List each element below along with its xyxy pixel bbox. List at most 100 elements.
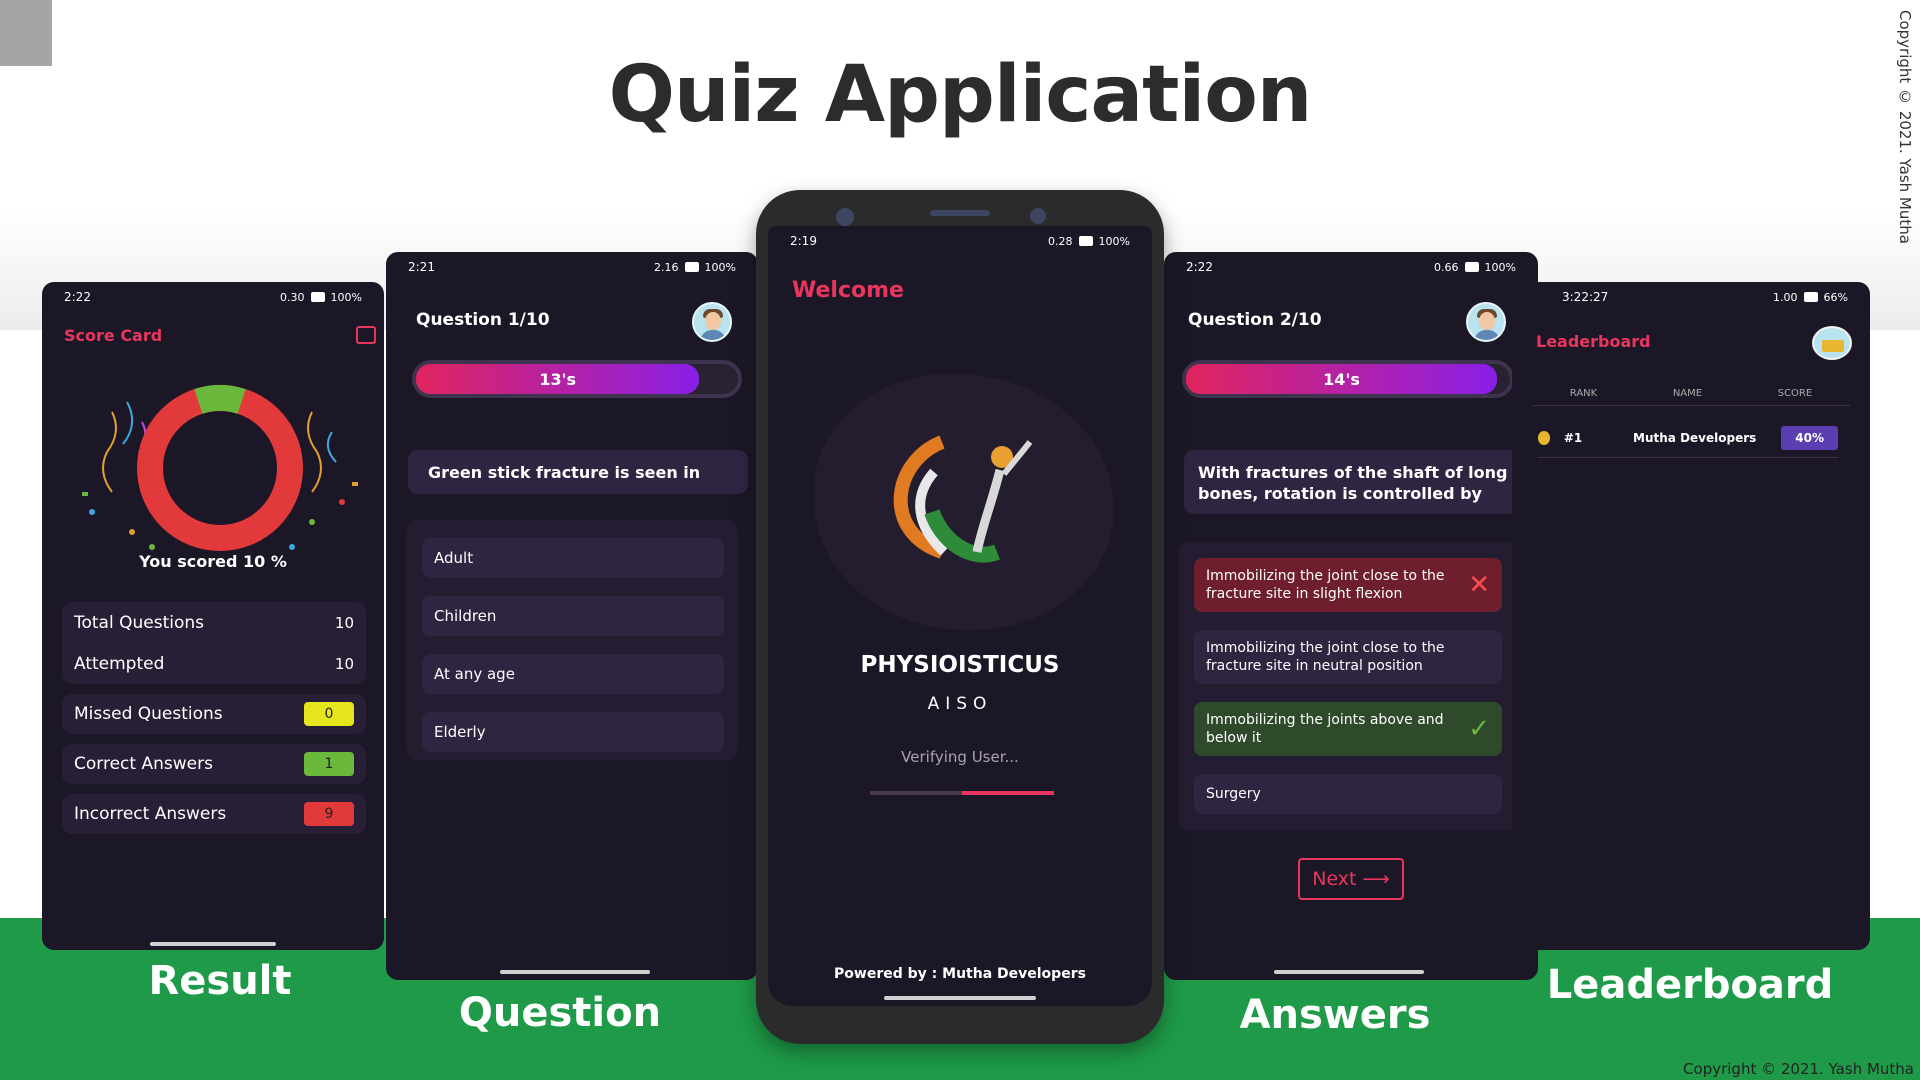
leaderboard-header: RANK NAME SCORE — [1532, 388, 1850, 406]
wifi-icon — [1464, 262, 1479, 272]
result-screen: 2:22 0.30 100% Score Card You scored 10 … — [42, 282, 384, 950]
question-text: With fractures of the shaft of long bone… — [1198, 463, 1508, 503]
score-badge: 40% — [1781, 425, 1838, 450]
progress-fill — [962, 791, 1054, 795]
home-indicator[interactable] — [1274, 970, 1424, 974]
option-1[interactable]: Adult — [422, 538, 724, 578]
wifi-icon — [1078, 236, 1093, 246]
caption-question: Question — [458, 990, 662, 1036]
caption-result: Result — [148, 958, 292, 1004]
option-2[interactable]: Children — [422, 596, 724, 636]
rank-cell: #1 — [1563, 430, 1583, 445]
wifi-icon — [310, 292, 325, 302]
battery-level: 100% — [704, 260, 736, 274]
medal-icon — [1538, 430, 1550, 445]
next-button[interactable]: Next ⟶ — [1298, 858, 1404, 900]
home-indicator[interactable] — [884, 996, 1036, 1000]
status-bar: 3:22:27 1.00 66% — [1512, 282, 1870, 312]
net-speed: 0.28 — [1048, 234, 1073, 248]
stat-row-incorrect: Incorrect Answers 9 — [62, 794, 366, 834]
status-bar: 2:19 0.28 100% — [768, 226, 1152, 256]
home-indicator[interactable] — [500, 970, 650, 974]
battery-level: 66% — [1823, 290, 1848, 304]
leaderboard-row[interactable]: #1 Mutha Developers 40% — [1538, 418, 1838, 458]
user-avatar[interactable] — [692, 302, 732, 342]
answer-option-4[interactable]: Surgery — [1194, 774, 1502, 814]
leaderboard-title: Leaderboard — [1536, 332, 1651, 351]
wifi-icon — [1803, 292, 1818, 302]
col-score: SCORE — [1777, 388, 1813, 399]
speaker-grille — [930, 210, 990, 216]
home-indicator[interactable] — [150, 942, 276, 946]
caption-leaderboard: Leaderboard — [1546, 962, 1834, 1008]
stat-label: Incorrect Answers — [74, 804, 227, 824]
user-avatar[interactable] — [1466, 302, 1506, 342]
cross-icon: ✕ — [1468, 570, 1490, 600]
app-subtitle: AISO — [927, 694, 993, 714]
status-time: 3:22:27 — [1562, 290, 1609, 304]
caption-answers: Answers — [1239, 992, 1431, 1038]
status-time: 2:22 — [64, 290, 91, 304]
stat-label: Total Questions — [74, 612, 204, 633]
question-counter: Question 1/10 — [416, 310, 550, 330]
net-speed: 2.16 — [654, 260, 679, 274]
timer-fill: 14's — [1186, 364, 1498, 394]
stat-row-correct: Correct Answers 1 — [62, 744, 366, 784]
incorrect-badge: 9 — [304, 802, 354, 826]
powered-by-footer: Powered by : Mutha Developers — [834, 966, 1086, 982]
option-3[interactable]: At any age — [422, 654, 724, 694]
option-4[interactable]: Elderly — [422, 712, 724, 752]
col-rank: RANK — [1569, 388, 1598, 399]
app-logo-icon — [893, 435, 1033, 563]
name-cell: Mutha Developers — [1633, 430, 1757, 445]
answer-option-correct[interactable]: Immobilizing the joints above and below … — [1194, 702, 1502, 756]
status-bar: 2:22 0.66 100% — [1164, 252, 1538, 282]
col-name: NAME — [1672, 388, 1703, 399]
answer-option-2[interactable]: Immobilizing the joint close to the frac… — [1194, 630, 1502, 684]
check-icon: ✓ — [1468, 714, 1490, 744]
timer-fill: 13's — [416, 364, 700, 394]
total-attempted-card: Total Questions 10 Attempted 10 — [62, 602, 366, 684]
copyright-bottom: Copyright © 2021. Yash Mutha — [1683, 1060, 1914, 1078]
option-text: Surgery — [1206, 786, 1261, 802]
status-time: 2:19 — [790, 234, 817, 248]
timer-text: 13's — [539, 369, 577, 389]
question-text: Green stick fracture is seen in — [428, 462, 701, 482]
status-time: 2:22 — [1186, 260, 1213, 274]
share-icon[interactable] — [356, 326, 376, 344]
option-text: Immobilizing the joint close to the frac… — [1206, 568, 1445, 602]
score-card-title: Score Card — [64, 326, 163, 345]
stat-row-missed: Missed Questions 0 — [62, 694, 366, 734]
question-card: Green stick fracture is seen in — [408, 450, 748, 494]
option-text: Immobilizing the joint close to the frac… — [1206, 640, 1445, 674]
option-text: Immobilizing the joints above and below … — [1206, 712, 1444, 746]
net-speed: 0.30 — [280, 290, 305, 304]
battery-level: 100% — [1484, 260, 1516, 274]
progress-track — [870, 791, 1054, 795]
question-screen: 2:21 2.16 100% Question 1/10 13's Green … — [386, 252, 758, 980]
answer-option-wrong[interactable]: Immobilizing the joint close to the frac… — [1194, 558, 1502, 612]
battery-level: 100% — [1098, 234, 1130, 248]
question-card: With fractures of the shaft of long bone… — [1184, 450, 1522, 514]
answer-screen: 2:22 0.66 100% Question 2/10 14's With f… — [1164, 252, 1538, 980]
status-time: 2:21 — [408, 260, 435, 274]
score-donut-chart — [137, 385, 303, 551]
net-speed: 1.00 — [1773, 290, 1798, 304]
copyright-vertical: Copyright © 2021. Yash Mutha — [1896, 10, 1914, 244]
stat-value: 10 — [334, 613, 354, 632]
timer-bar: 14's — [1182, 360, 1514, 398]
net-speed: 0.66 — [1434, 260, 1459, 274]
trophy-icon — [1812, 326, 1852, 360]
verifying-status: Verifying User... — [901, 748, 1019, 766]
welcome-heading: Welcome — [792, 278, 904, 303]
wifi-icon — [684, 262, 699, 272]
welcome-screen: 2:19 0.28 100% Welcome PHYSIOISTICUS AIS… — [768, 226, 1152, 1006]
front-camera — [836, 208, 854, 226]
status-bar: 2:22 0.30 100% — [42, 282, 384, 312]
timer-bar: 13's — [412, 360, 742, 398]
app-name: PHYSIOISTICUS — [860, 652, 1060, 678]
stat-value: 10 — [334, 654, 354, 673]
leaderboard-screen: 3:22:27 1.00 66% Leaderboard RANK NAME S… — [1512, 282, 1870, 950]
score-text: You scored 10 % — [139, 552, 287, 571]
arrow-right-icon: ⟶ — [1362, 868, 1390, 890]
